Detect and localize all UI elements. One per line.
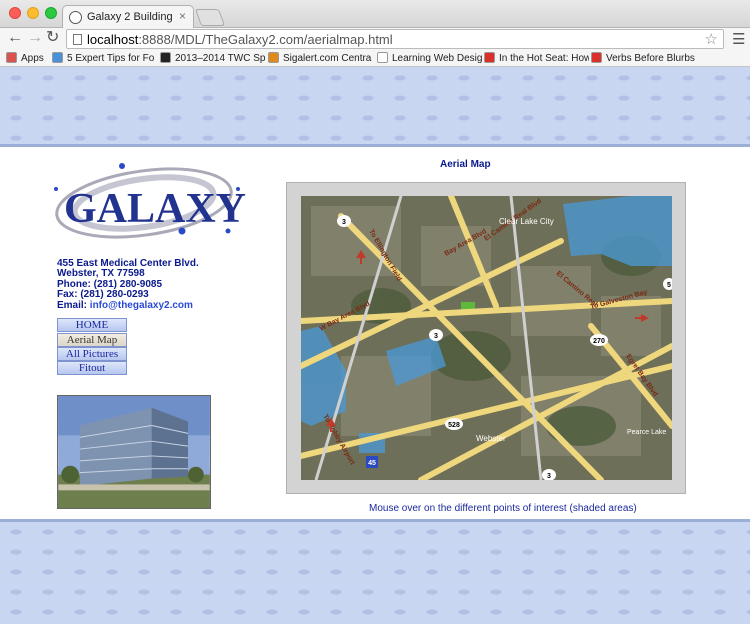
bookmark-icon [6,52,17,63]
browser-tab[interactable]: Galaxy 2 Building × [62,5,194,29]
bookmark-icon [268,52,279,63]
reload-icon[interactable]: ↻ [46,29,59,47]
tab-title: Galaxy 2 Building [87,11,173,23]
logo-text: GALAXY II [64,186,247,232]
bookmark-item[interactable]: In the Hot Seat: How [484,52,589,65]
bookmark-item[interactable]: Sigalert.com Centra [268,52,373,65]
bookmark-label: Verbs Before Blurbs [606,53,695,64]
galaxy-logo: GALAXY II [54,163,247,239]
globe-icon [69,11,82,24]
back-arrow-icon[interactable]: ← [7,29,23,47]
forward-arrow-icon[interactable]: → [27,29,43,47]
bookmark-label: In the Hot Seat: How [499,53,589,64]
nav-home-button[interactable]: HOME [57,318,127,332]
email-link[interactable]: info@thegalaxy2.com [90,300,193,311]
bookmark-item[interactable]: Verbs Before Blurbs [591,52,701,65]
zoom-window-button[interactable] [45,7,57,19]
map-frame: To Ellington Field Bay Area Blvd El Cami… [286,182,686,494]
highway-shield-270: 270 [593,338,605,345]
map-label-pearce: Pearce Lake [627,429,666,436]
highway-shield-528: 528 [448,422,460,429]
bookmark-item[interactable]: Learning Web Design [377,52,482,65]
bookmark-icon [484,52,495,63]
bookmark-label: 5 Expert Tips for Fo [67,53,155,64]
url-text: localhost:8888/MDL/TheGalaxy2.com/aerial… [87,32,393,47]
building-photo [57,395,211,509]
address-bar[interactable]: localhost:8888/MDL/TheGalaxy2.com/aerial… [66,29,724,49]
background-pattern-top [0,68,750,144]
bookmark-label: Apps [21,53,44,64]
bookmark-item[interactable]: 5 Expert Tips for Fo [52,52,157,65]
browser-titlebar: Galaxy 2 Building × [0,0,750,29]
new-tab-button[interactable] [194,9,226,26]
map-caption: Mouse over on the different points of in… [369,503,637,514]
background-pattern-bottom [0,522,750,624]
highway-shield-45: 45 [368,460,376,467]
nav-all-pictures-button[interactable]: All Pictures [57,347,127,361]
bookmark-label: 2013–2014 TWC Spo [175,53,265,64]
email-line: Email: info@thegalaxy2.com [57,299,193,311]
bookmarks-bar: Apps 5 Expert Tips for Fo 2013–2014 TWC Sp… [0,50,750,67]
nav-aerial-map-button[interactable]: Aerial Map [57,333,127,347]
highway-shield-3: 3 [342,219,346,226]
bookmark-star-icon[interactable]: ☆ [705,30,718,48]
map-label-webster: Webster [476,434,506,443]
map-label-clear-lake: Clear Lake City [499,217,554,226]
aerial-map[interactable]: To Ellington Field Bay Area Blvd El Cami… [301,196,672,480]
contact-info: 455 East Medical Center Blvd. Webster, T… [57,258,199,311]
map-heading: Aerial Map [440,159,491,170]
bookmark-label: Learning Web Design [392,53,482,64]
bookmark-item[interactable]: Apps [6,52,50,65]
page-icon [73,34,82,45]
bookmark-label: Sigalert.com Centra [283,53,372,64]
bookmark-icon [160,52,171,63]
bookmark-icon [52,52,63,63]
highway-shield-3-center: 3 [434,333,438,340]
nav-fitout-button[interactable]: Fitout [57,361,127,375]
bookmark-icon [591,52,602,63]
bookmark-icon [377,52,388,63]
browser-toolbar: ← → ↻ localhost:8888/MDL/TheGalaxy2.com/… [0,28,750,50]
highway-shield-3-south: 3 [547,473,551,480]
close-window-button[interactable] [9,7,21,19]
bookmark-item[interactable]: 2013–2014 TWC Spo [160,52,265,65]
minimize-window-button[interactable] [27,7,39,19]
page-content: GALAXY II 455 East Medical Center Blvd. … [0,144,750,522]
hamburger-menu-icon[interactable]: ☰ [732,30,745,48]
close-tab-button[interactable]: × [179,9,186,23]
highway-shield-5: 5 [667,282,671,289]
